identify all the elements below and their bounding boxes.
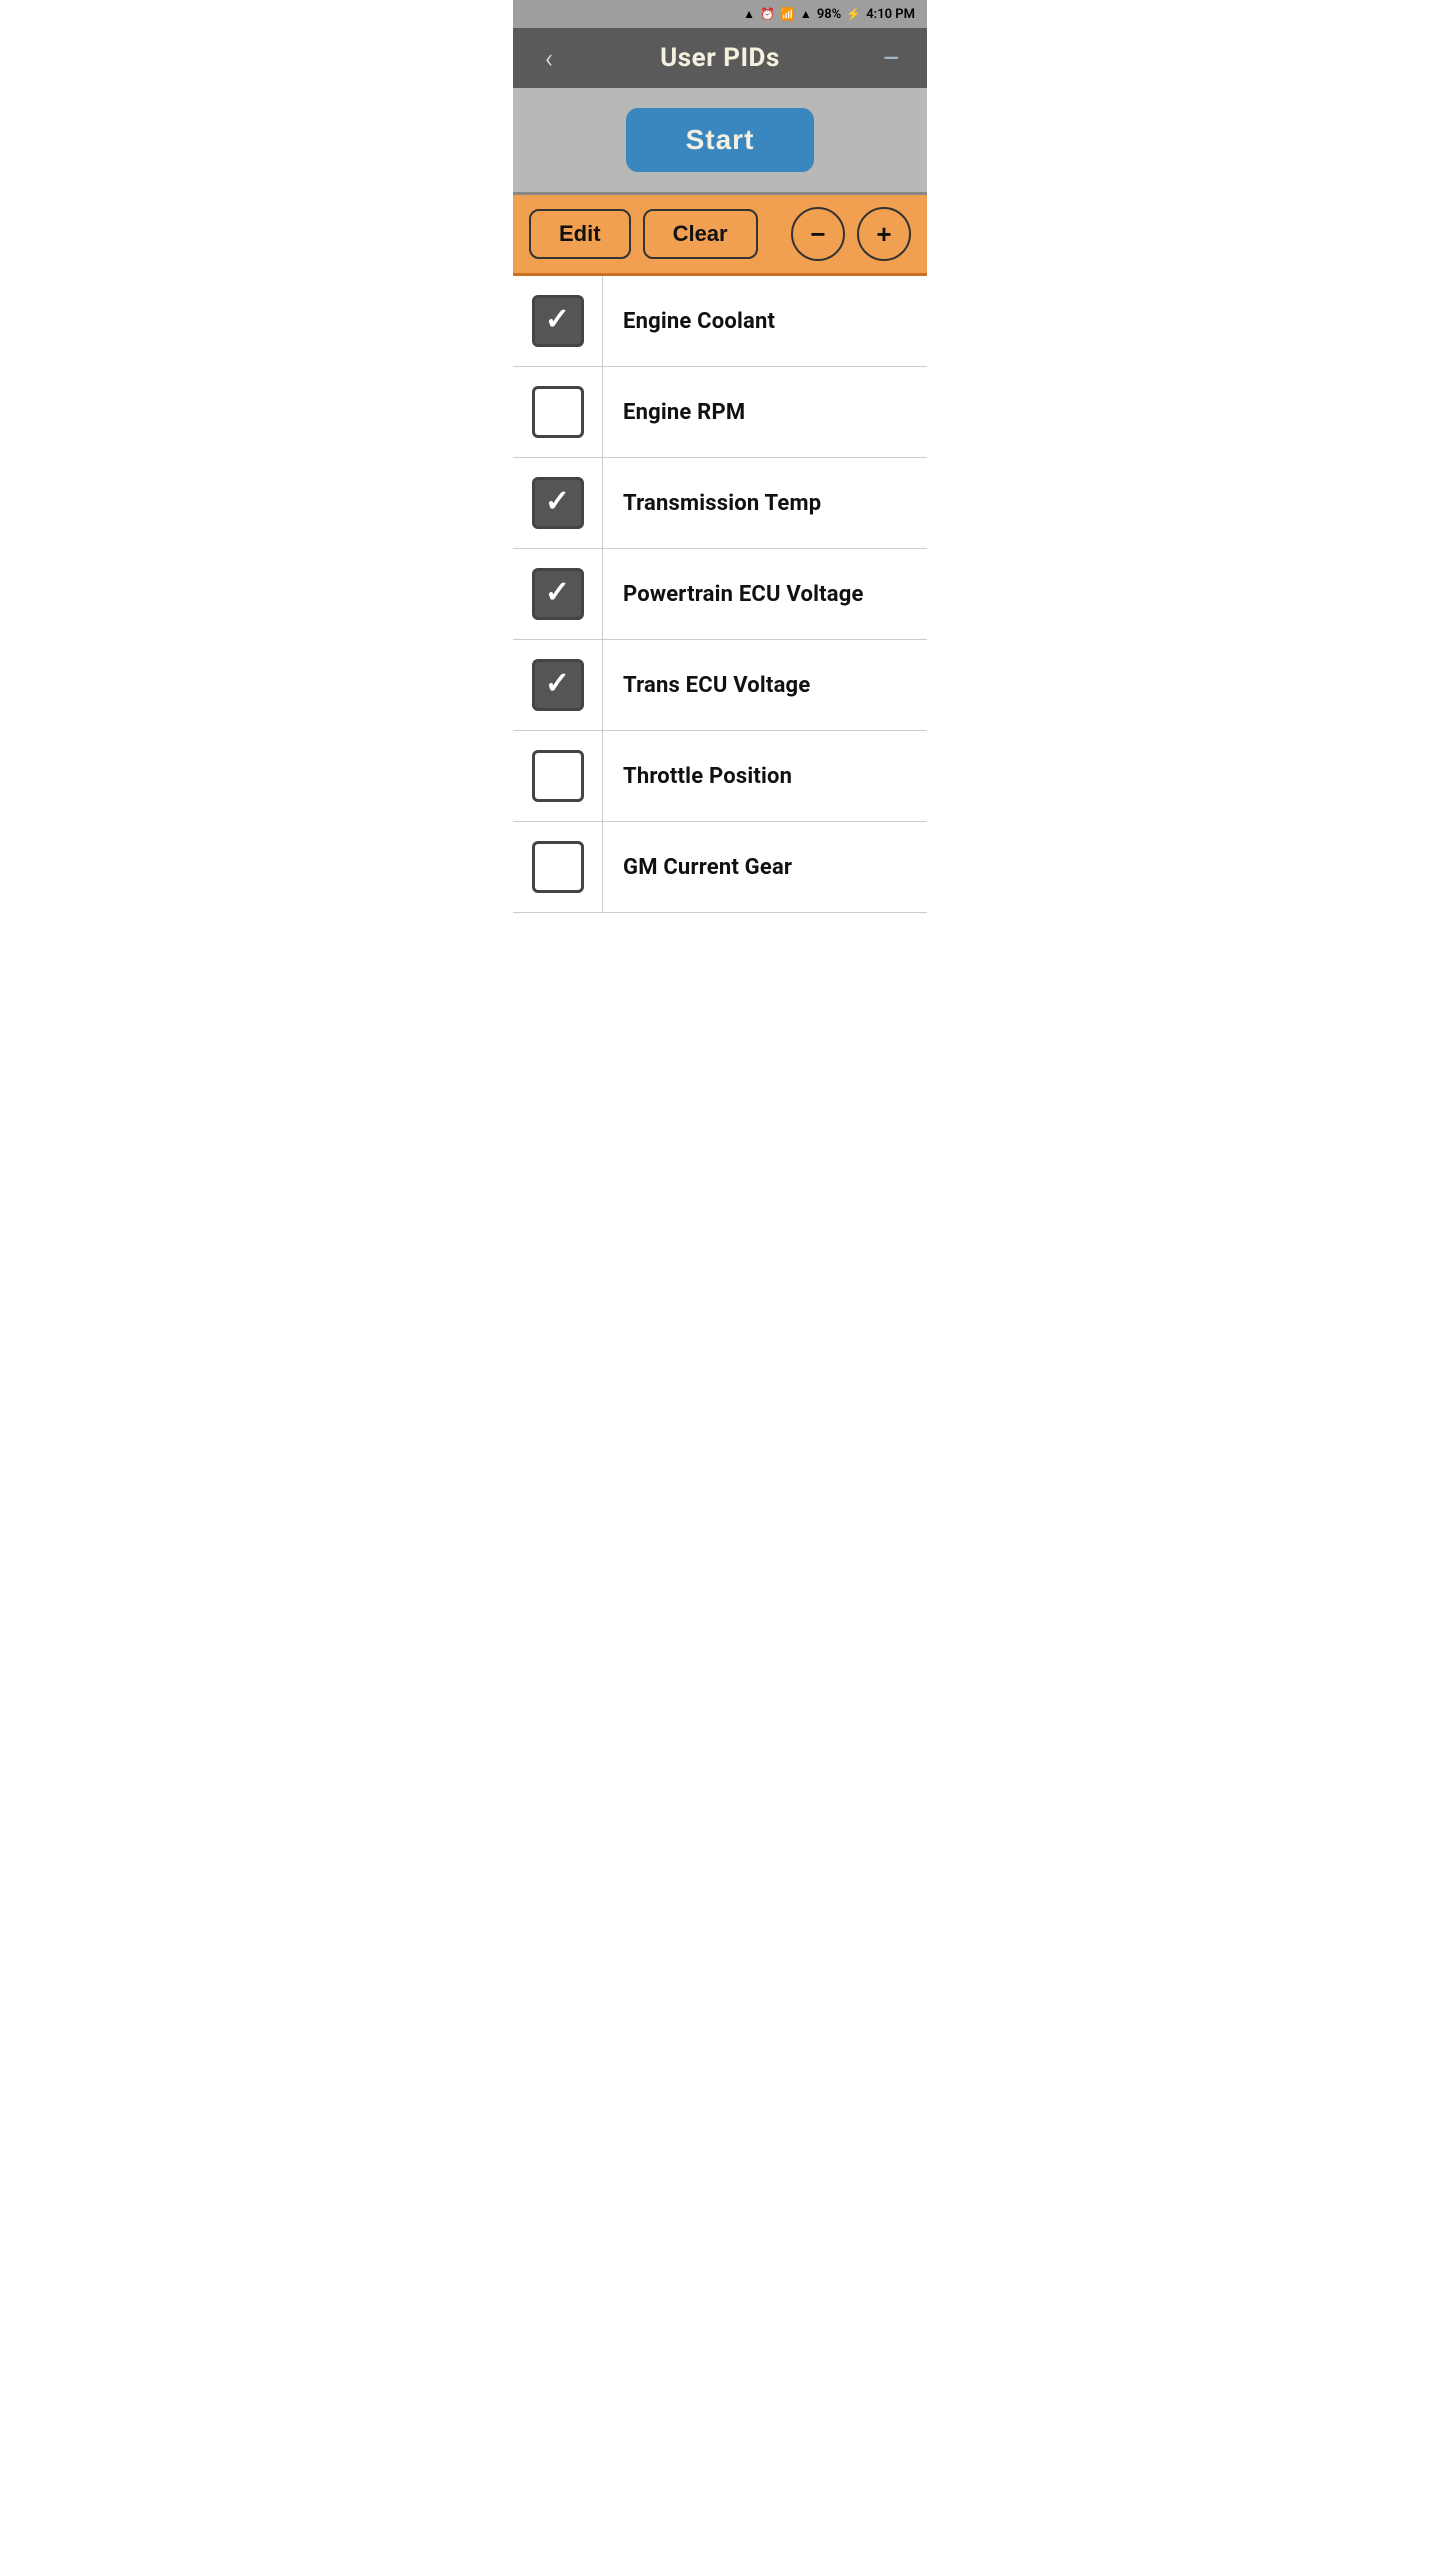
checkbox-area-2[interactable]: [513, 367, 603, 457]
checkbox-4[interactable]: ✓: [532, 568, 584, 620]
checkbox-3[interactable]: ✓: [532, 477, 584, 529]
battery-text: 98%: [817, 7, 841, 22]
empty-space: [513, 913, 927, 1033]
checkbox-5[interactable]: ✓: [532, 659, 584, 711]
bluetooth-icon: ▲: [743, 7, 755, 21]
checkmark-icon: ✓: [545, 487, 570, 517]
pid-label-3: Transmission Temp: [603, 491, 841, 516]
list-item: ✓ Trans ECU Voltage: [513, 640, 927, 731]
checkmark-icon: ✓: [545, 669, 570, 699]
page-title: User PIDs: [660, 43, 780, 73]
checkbox-6[interactable]: [532, 750, 584, 802]
checkbox-area-1[interactable]: ✓: [513, 276, 603, 366]
charging-icon: ⚡: [846, 7, 861, 21]
pid-label-1: Engine Coolant: [603, 309, 795, 334]
remove-button[interactable]: −: [791, 207, 845, 261]
list-item: ✓ Transmission Temp: [513, 458, 927, 549]
menu-button[interactable]: —: [871, 46, 911, 70]
checkbox-area-6[interactable]: [513, 731, 603, 821]
pid-label-4: Powertrain ECU Voltage: [603, 582, 884, 607]
list-item: GM Current Gear: [513, 822, 927, 913]
alarm-icon: ⏰: [760, 7, 775, 21]
add-button[interactable]: +: [857, 207, 911, 261]
time-text: 4:10 PM: [866, 7, 915, 22]
pid-list: ✓ Engine Coolant Engine RPM ✓ Transmission T…: [513, 276, 927, 913]
status-bar: ▲ ⏰ 📶 ▲ 98% ⚡ 4:10 PM: [513, 0, 927, 28]
checkbox-area-7[interactable]: [513, 822, 603, 912]
checkbox-area-4[interactable]: ✓: [513, 549, 603, 639]
checkbox-7[interactable]: [532, 841, 584, 893]
pid-label-2: Engine RPM: [603, 400, 765, 425]
checkmark-icon: ✓: [545, 305, 570, 335]
signal-icon: ▲: [800, 7, 812, 21]
toolbar: Edit Clear − +: [513, 195, 927, 276]
checkbox-2[interactable]: [532, 386, 584, 438]
list-item: Throttle Position: [513, 731, 927, 822]
pid-label-5: Trans ECU Voltage: [603, 673, 830, 698]
start-area: Start: [513, 88, 927, 195]
clear-button[interactable]: Clear: [643, 209, 758, 259]
list-item: Engine RPM: [513, 367, 927, 458]
pid-label-7: GM Current Gear: [603, 855, 812, 880]
checkbox-area-3[interactable]: ✓: [513, 458, 603, 548]
start-button[interactable]: Start: [626, 108, 815, 172]
pid-label-6: Throttle Position: [603, 764, 812, 789]
back-button[interactable]: ‹: [529, 42, 569, 75]
status-icons: ▲ ⏰ 📶 ▲ 98% ⚡ 4:10 PM: [743, 7, 915, 22]
checkbox-area-5[interactable]: ✓: [513, 640, 603, 730]
list-item: ✓ Powertrain ECU Voltage: [513, 549, 927, 640]
checkmark-icon: ✓: [545, 578, 570, 608]
list-item: ✓ Engine Coolant: [513, 276, 927, 367]
wifi-icon: 📶: [780, 7, 795, 21]
nav-bar: ‹ User PIDs —: [513, 28, 927, 88]
edit-button[interactable]: Edit: [529, 209, 631, 259]
checkbox-1[interactable]: ✓: [532, 295, 584, 347]
